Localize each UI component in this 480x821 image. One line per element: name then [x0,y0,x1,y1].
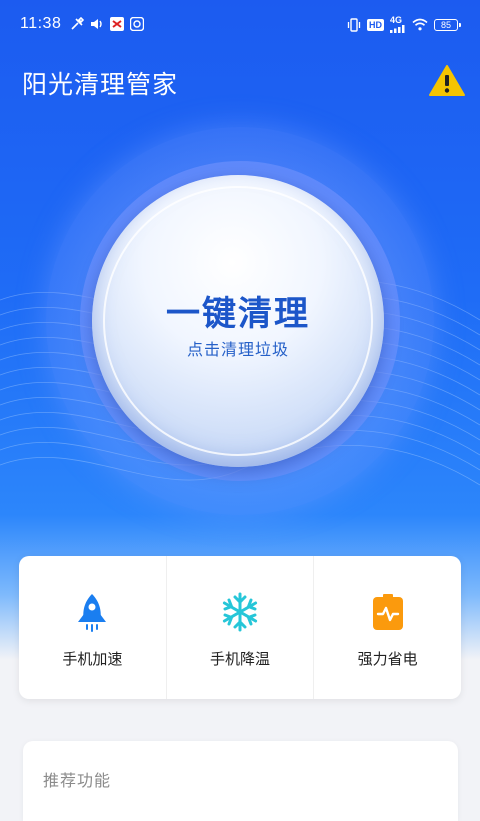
snowflake-icon [222,592,258,632]
cellular-signal: 4G [390,16,406,33]
battery-level: 85 [440,19,451,30]
status-system-icons: HD 4G 85 [347,16,461,33]
feature-cool-down[interactable]: 手机降温 [165,556,314,699]
warning-icon [429,65,465,96]
recommend-title: 推荐功能 [43,771,112,790]
battery-pulse-icon [372,594,403,630]
recommend-card: 推荐功能 [23,741,458,821]
hd-badge: HD [367,18,384,31]
feature-card: 手机加速 手机降温 强力省电 [19,556,461,699]
speaker-icon [91,19,102,29]
network-type: 4G [390,15,403,25]
wifi-icon [412,18,428,31]
clean-title: 一键清理 [166,294,310,334]
feature-power-save[interactable]: 强力省电 [313,556,461,699]
feature-cool-down-label: 手机降温 [210,650,271,668]
feature-speed-up[interactable]: 手机加速 [19,556,166,699]
page-title: 阳光清理管家 [22,70,179,99]
status-bar: 11:38 HD 4G 85 [0,0,480,52]
status-time: 11:38 [20,15,62,32]
clean-subtitle: 点击清理垃圾 [186,340,289,359]
tools-icon [71,17,84,30]
feature-power-save-label: 强力省电 [357,650,418,668]
app-store-icon [130,17,144,31]
status-notification-icons [70,17,144,31]
vibrate-icon [347,17,361,32]
signal-icon [390,25,405,33]
rocket-icon [78,594,107,632]
game-app-icon [110,17,124,31]
feature-speed-up-label: 手机加速 [62,650,123,668]
battery-icon: 85 [434,18,461,31]
warning-button[interactable] [428,62,466,100]
